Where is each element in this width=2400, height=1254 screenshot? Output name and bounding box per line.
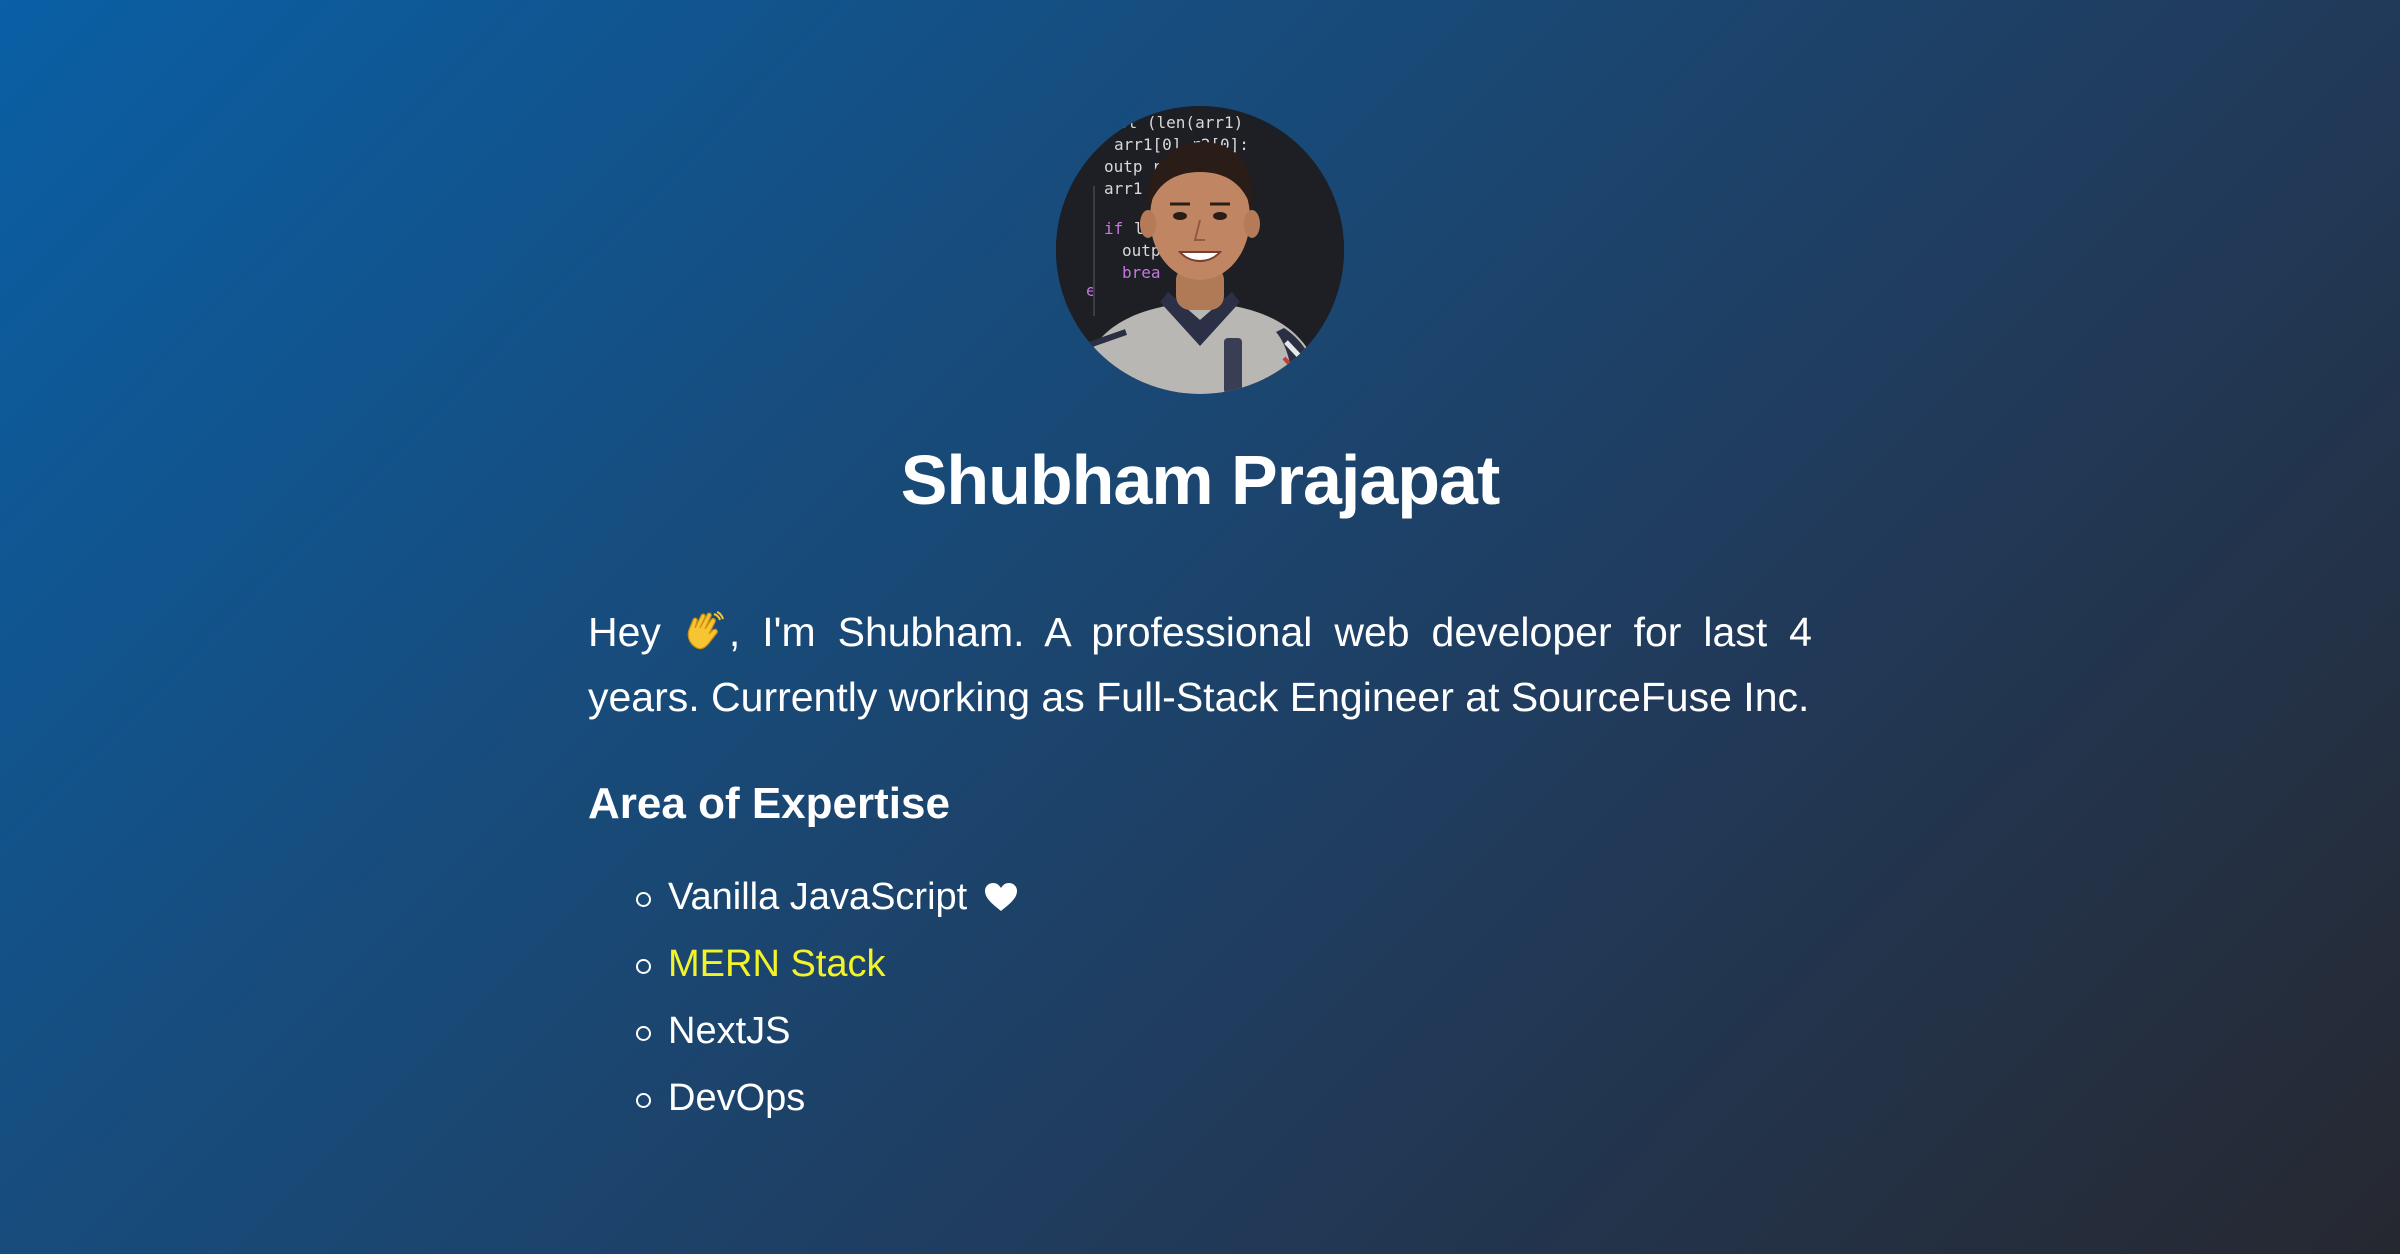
svg-text:arr1: arr1 — [1104, 179, 1143, 198]
waving-hand-icon — [687, 611, 724, 650]
circle-bullet-icon — [636, 892, 651, 907]
list-item-vanilla-javascript: Vanilla JavaScript — [636, 864, 1812, 931]
expertise-heading: Area of Expertise — [588, 779, 950, 828]
skill-label: MERN Stack — [668, 943, 886, 985]
heart-icon — [984, 883, 1017, 911]
portfolio-page: ot (len(arr1) arr1[0] r2[0]: outp r1[0])… — [0, 0, 2400, 1254]
skill-label: NextJS — [668, 1010, 791, 1052]
list-item-nextjs: NextJS — [636, 998, 1812, 1065]
circle-bullet-icon — [636, 1093, 651, 1108]
profile-photo-icon: ot (len(arr1) arr1[0] r2[0]: outp r1[0])… — [1056, 106, 1344, 394]
skill-label: DevOps — [668, 1077, 806, 1119]
list-item-mern-stack: MERN Stack — [636, 931, 1812, 998]
list-item-devops: DevOps — [636, 1065, 1812, 1132]
circle-bullet-icon — [636, 959, 651, 974]
intro-paragraph: Hey , I'm Shubham. A professional web de… — [588, 600, 1812, 730]
svg-text:ot (len(arr1): ot (len(arr1) — [1118, 113, 1243, 132]
profile-avatar: ot (len(arr1) arr1[0] r2[0]: outp r1[0])… — [1056, 106, 1344, 394]
expertise-list: Vanilla JavaScript MERN Stack NextJS Dev… — [588, 864, 1812, 1132]
skill-label: Vanilla JavaScript — [668, 876, 968, 918]
circle-bullet-icon — [636, 1026, 651, 1041]
about-section: Hey , I'm Shubham. A professional web de… — [588, 600, 1812, 1132]
svg-text:if: if — [1104, 219, 1123, 238]
intro-text: , I'm Shubham. A professional web develo… — [588, 609, 1812, 720]
profile-name: Shubham Prajapat — [900, 441, 1501, 519]
intro-greeting: Hey — [588, 609, 683, 655]
svg-text:brea: brea — [1122, 263, 1161, 282]
